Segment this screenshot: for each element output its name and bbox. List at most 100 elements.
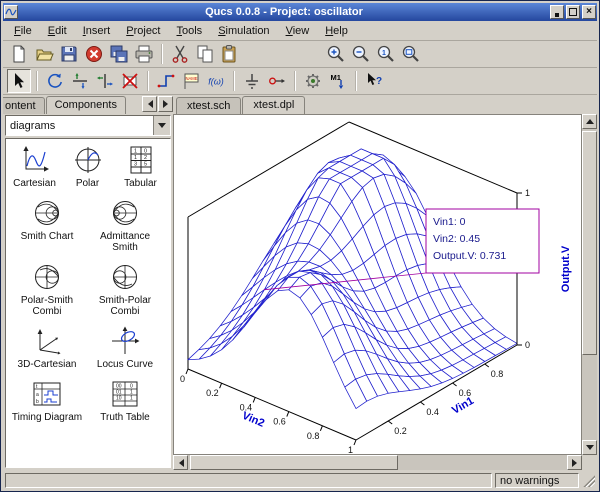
arrow-left-icon <box>144 100 153 108</box>
whats-this-button[interactable]: ? <box>362 69 386 93</box>
menu-file[interactable]: File <box>7 23 39 39</box>
menu-view[interactable]: View <box>279 23 317 39</box>
close-file-button[interactable] <box>82 42 106 66</box>
insert-wire-icon <box>156 71 176 91</box>
menu-bar: FileEditInsertProjectToolsSimulationView… <box>3 21 597 41</box>
maximize-button[interactable] <box>566 5 580 19</box>
component-item-truth-table[interactable]: 000011101Truth Table <box>86 379 164 423</box>
chevron-down-icon <box>158 123 166 132</box>
wire-button[interactable] <box>154 69 178 93</box>
svg-text:0: 0 <box>144 149 147 155</box>
component-category-dropdown[interactable]: diagrams <box>5 115 171 136</box>
select-button[interactable] <box>7 69 31 93</box>
component-item-cartesian[interactable]: Cartesian <box>8 145 61 189</box>
svg-text:0.8: 0.8 <box>307 431 320 441</box>
vertical-scroll-track[interactable] <box>582 129 597 440</box>
menu-insert[interactable]: Insert <box>76 23 118 39</box>
close-file-icon <box>84 44 104 64</box>
resize-grip[interactable] <box>582 474 595 487</box>
scroll-down-button[interactable] <box>582 440 597 455</box>
mirror-x-button[interactable] <box>68 69 92 93</box>
tab-xtest-sch[interactable]: xtest.sch <box>176 97 241 114</box>
cut-button[interactable] <box>168 42 192 66</box>
vertical-scrollbar[interactable] <box>582 114 597 455</box>
zoom-1-button[interactable]: 1 <box>374 42 398 66</box>
component-item-smith-chart[interactable]: Smith Chart <box>8 198 86 253</box>
zoom-out-button[interactable] <box>349 42 373 66</box>
window-menu-button[interactable] <box>4 5 18 19</box>
horizontal-scroll-thumb[interactable] <box>190 455 398 470</box>
zoom-in-button[interactable] <box>324 42 348 66</box>
sidebar: ontent Components diagrams Cartesian Pola… <box>3 95 173 470</box>
3d-diagram[interactable]: 00.20.40.60.810.20.40.60.800.51Vin2Vin1O… <box>174 115 582 455</box>
paste-button[interactable] <box>218 42 242 66</box>
new-button[interactable] <box>7 42 31 66</box>
horizontal-scroll-track[interactable] <box>188 455 567 470</box>
horizontal-scrollbar[interactable] <box>173 455 582 470</box>
wire-label-icon: NAME <box>181 71 201 91</box>
equation-button[interactable]: f(ω) <box>204 69 228 93</box>
menu-project[interactable]: Project <box>119 23 167 39</box>
component-item-polar[interactable]: Polar <box>61 145 114 189</box>
svg-text:0: 0 <box>525 340 530 350</box>
menu-help[interactable]: Help <box>318 23 355 39</box>
mirror-y-button[interactable] <box>93 69 117 93</box>
save-all-button[interactable] <box>107 42 131 66</box>
component-item-polar-smith-combi[interactable]: Polar-Smith Combi <box>8 262 86 317</box>
tab-scroll-right-button[interactable] <box>158 96 173 112</box>
timing-diagram-icon: tab <box>32 379 62 409</box>
new-document-icon <box>9 44 29 64</box>
zoom-fit-button[interactable] <box>399 42 423 66</box>
print-icon <box>134 44 154 64</box>
scroll-left-button[interactable] <box>173 455 188 470</box>
svg-text:?: ? <box>376 76 382 87</box>
paste-icon <box>220 44 240 64</box>
copy-icon <box>195 44 215 64</box>
save-all-icon <box>109 44 129 64</box>
tabular-icon: 101235 <box>128 145 154 175</box>
component-item-tabular[interactable]: 101235Tabular <box>114 145 167 189</box>
port-button[interactable] <box>265 69 289 93</box>
hscroll-row <box>173 455 597 470</box>
copy-button[interactable] <box>193 42 217 66</box>
toolbar-separator <box>355 71 357 91</box>
scroll-right-button[interactable] <box>567 455 582 470</box>
wire-label-button[interactable]: NAME <box>179 69 203 93</box>
save-button[interactable] <box>57 42 81 66</box>
document-tabs: xtest.schxtest.dpl <box>173 95 597 114</box>
component-item-locus-curve[interactable]: Locus Curve <box>86 326 164 370</box>
svg-text:a: a <box>36 392 39 398</box>
component-label: Polar <box>76 178 99 189</box>
open-button[interactable] <box>32 42 56 66</box>
menu-tools[interactable]: Tools <box>170 23 210 39</box>
simulate-button[interactable] <box>301 69 325 93</box>
tab-components[interactable]: Components <box>46 96 126 114</box>
deactivate-button[interactable] <box>118 69 142 93</box>
rotate-button[interactable] <box>43 69 67 93</box>
tab-xtest-dpl[interactable]: xtest.dpl <box>242 96 305 114</box>
status-bar: no warnings <box>3 470 597 489</box>
vertical-scroll-thumb[interactable] <box>582 131 597 355</box>
smith-polar-combi-icon <box>110 262 140 292</box>
dropdown-button[interactable] <box>153 116 170 135</box>
tab-content[interactable]: ontent <box>3 97 45 114</box>
menu-edit[interactable]: Edit <box>41 23 74 39</box>
document-area: xtest.schxtest.dpl 00.20.40.60.810.20.40… <box>173 95 597 470</box>
ground-button[interactable] <box>240 69 264 93</box>
tab-scroll-left-button[interactable] <box>142 96 157 112</box>
component-item-timing-diagram[interactable]: tabTiming Diagram <box>8 379 86 423</box>
component-item-3d-cartesian[interactable]: 3D-Cartesian <box>8 326 86 370</box>
component-item-smith-polar-combi[interactable]: Smith-Polar Combi <box>86 262 164 317</box>
menu-simulation[interactable]: Simulation <box>211 23 276 39</box>
svg-text:0.2: 0.2 <box>206 388 219 398</box>
select-pointer-icon <box>9 71 29 91</box>
arrow-up-icon <box>586 115 594 124</box>
close-button[interactable]: × <box>582 5 596 19</box>
marker-button[interactable]: M1 <box>326 69 350 93</box>
print-button[interactable] <box>132 42 156 66</box>
component-item-admittance-smith[interactable]: Admittance Smith <box>86 198 164 253</box>
svg-text:M1: M1 <box>331 73 341 82</box>
document-canvas[interactable]: 00.20.40.60.810.20.40.60.800.51Vin2Vin1O… <box>173 114 582 455</box>
minimize-button[interactable] <box>550 5 564 19</box>
scroll-up-button[interactable] <box>582 114 597 129</box>
